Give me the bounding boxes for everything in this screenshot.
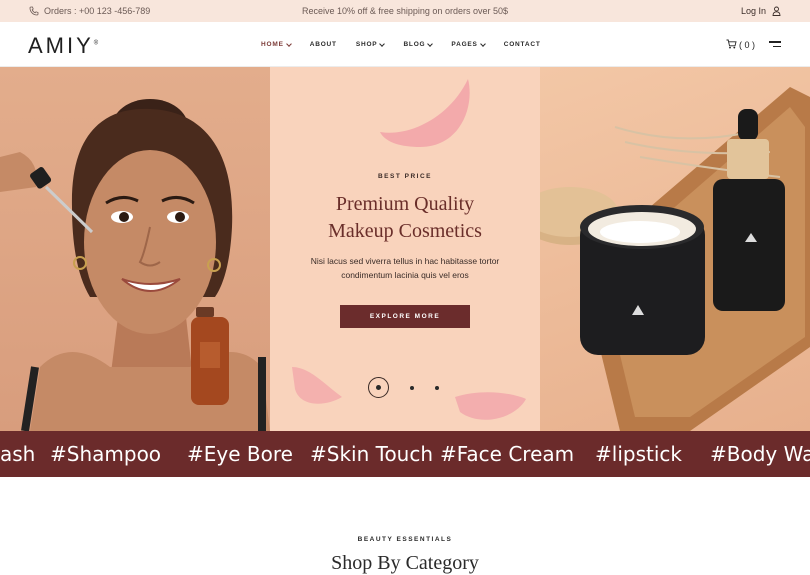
- cart-count: ( 0 ): [739, 40, 756, 50]
- top-bar: Orders : +00 123 -456-789 Receive 10% of…: [0, 0, 810, 22]
- promo-text: Receive 10% off & free shipping on order…: [302, 6, 508, 16]
- cart-button[interactable]: ( 0 ): [726, 39, 755, 51]
- hero-product-image: [540, 67, 810, 431]
- explore-more-button[interactable]: EXPLORE MORE: [340, 305, 470, 328]
- main-header: AMIY® HOME ABOUT SHOP BLOG PAGES CONTACT…: [0, 22, 810, 67]
- marquee-tag[interactable]: ash: [0, 442, 35, 466]
- login-label: Log In: [740, 6, 766, 16]
- nav-home[interactable]: HOME: [261, 40, 292, 48]
- marquee-tag[interactable]: #Body Wa: [710, 442, 810, 466]
- nav-pages[interactable]: PAGES: [451, 40, 486, 48]
- section-title: Shop By Category: [331, 552, 479, 574]
- chevron-down-icon: [379, 40, 386, 47]
- marquee-tag[interactable]: #lipstick: [595, 442, 682, 466]
- marquee-tag[interactable]: #Skin Touch: [310, 442, 433, 466]
- marquee-tag[interactable]: #Shampoo: [50, 442, 161, 466]
- menu-icon[interactable]: [769, 41, 781, 50]
- hero-slider: BEST PRICE Premium Quality Makeup Cosmet…: [0, 67, 810, 431]
- cart-icon: [726, 39, 737, 51]
- marquee-tag[interactable]: #Face Cream: [440, 442, 574, 466]
- chevron-down-icon: [427, 40, 434, 47]
- nav-shop[interactable]: SHOP: [356, 40, 386, 48]
- nav-blog[interactable]: BLOG: [403, 40, 434, 48]
- main-nav: HOME ABOUT SHOP BLOG PAGES CONTACT: [261, 40, 541, 48]
- nav-contact[interactable]: CONTACT: [504, 41, 541, 48]
- hero-content: BEST PRICE Premium Quality Makeup Cosmet…: [270, 67, 540, 431]
- section-eyebrow: BEAUTY ESSENTIALS: [357, 536, 453, 543]
- site-logo[interactable]: AMIY®: [28, 33, 98, 59]
- slider-dot-3[interactable]: [435, 385, 439, 390]
- user-icon: [772, 6, 781, 16]
- slider-dot-2[interactable]: [410, 385, 414, 390]
- chevron-down-icon: [479, 40, 486, 47]
- hero-subtext: Nisi lacus sed viverra tellus in hac hab…: [310, 256, 500, 280]
- slider-dots: [368, 377, 439, 398]
- marquee-tag[interactable]: #Eye Bore: [187, 442, 293, 466]
- slider-dot-1[interactable]: [368, 377, 389, 398]
- hero-title: Premium Quality Makeup Cosmetics: [328, 193, 482, 242]
- hero-eyebrow: BEST PRICE: [377, 173, 432, 180]
- hero-model-image: [0, 67, 270, 431]
- nav-about[interactable]: ABOUT: [310, 41, 337, 48]
- chevron-down-icon: [285, 40, 292, 47]
- login-link[interactable]: Log In: [741, 6, 781, 16]
- tag-marquee: ash #Shampoo #Eye Bore #Skin Touch #Face…: [0, 431, 810, 477]
